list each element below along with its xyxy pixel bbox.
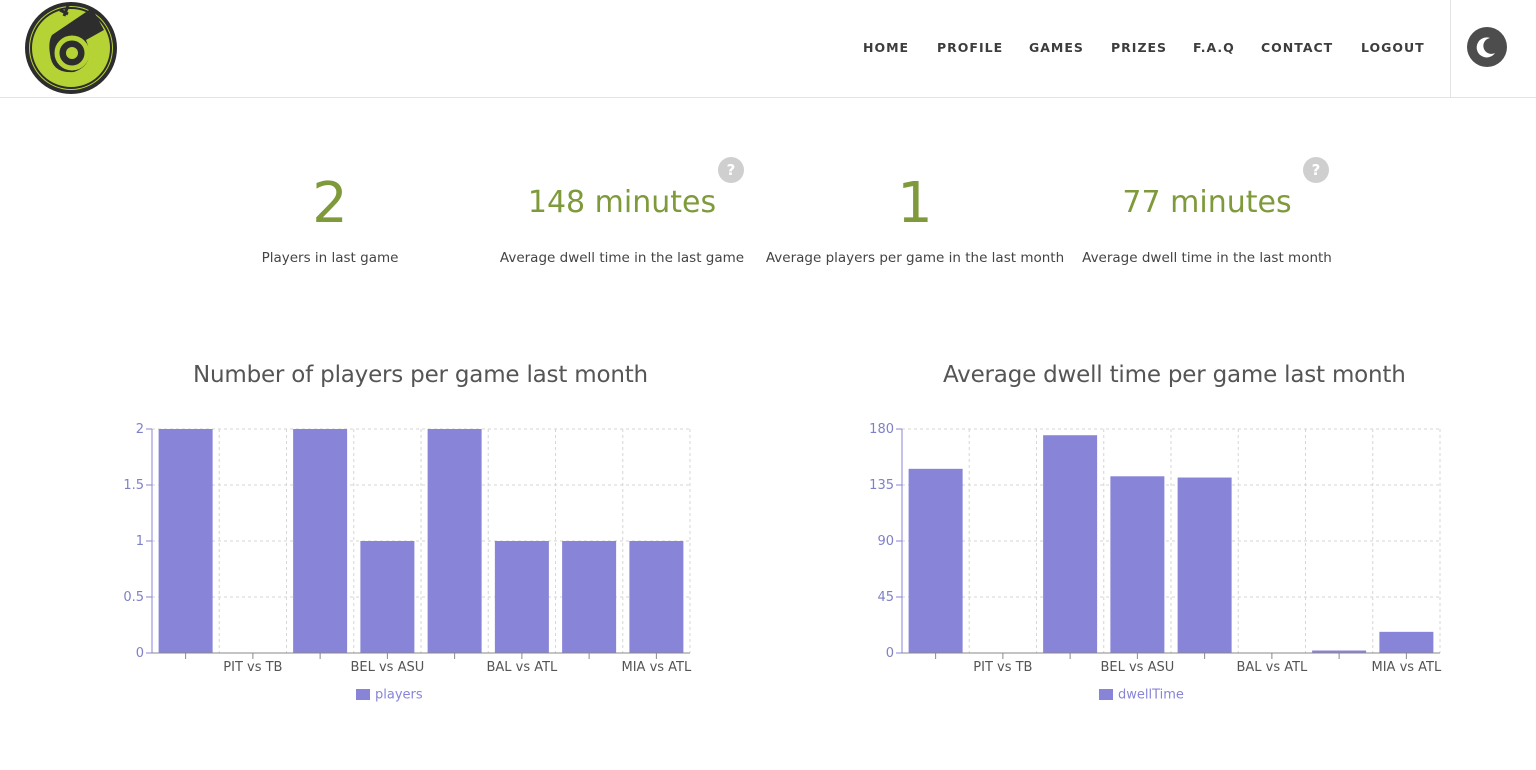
nav-games[interactable]: GAMES (1029, 40, 1084, 55)
dwell-bar-chart: 0 45 90 135 180 PIT vs TB BEL vs ASU BAL vs ATL… (869, 422, 1442, 675)
x-tick-label: BAL vs ATL (486, 660, 558, 675)
header-divider (1450, 0, 1451, 98)
bar (158, 429, 213, 653)
moon-icon (1476, 37, 1495, 58)
y-tick-label: 90 (877, 534, 894, 549)
bar (908, 468, 963, 653)
players-chart-legend: players (356, 686, 423, 704)
x-tick-label: PIT vs TB (223, 660, 282, 675)
x-tick-label: BAL vs ATL (1236, 660, 1308, 675)
dwell-chart-legend: dwellTime (1099, 686, 1184, 704)
y-tick-label: 1.5 (123, 478, 144, 493)
help-question-icon[interactable]: ? (1303, 157, 1329, 183)
bar (293, 429, 348, 653)
stat-dwell-month-label: Average dwell time in the last month (1082, 250, 1332, 266)
y-tick-label: 0 (886, 646, 894, 661)
dwell-chart-title: Average dwell time per game last month (943, 362, 1406, 388)
bar (1110, 476, 1165, 653)
stat-players-last-game-label: Players in last game (261, 250, 399, 266)
bar (562, 541, 617, 653)
legend-swatch (1099, 689, 1113, 701)
help-question-icon[interactable]: ? (718, 157, 744, 183)
nav-prizes[interactable]: PRIZES (1111, 40, 1167, 55)
nav-contact[interactable]: CONTACT (1261, 40, 1333, 55)
bar (360, 541, 415, 653)
legend-swatch (356, 689, 370, 701)
bar (1043, 435, 1098, 653)
y-tick-label: 135 (869, 478, 894, 493)
legend-label: players (375, 687, 423, 703)
players-bar-chart: 0 0.5 1 1.5 2 PIT vs TB BEL vs ASU BAL vs ATL MI… (123, 422, 692, 675)
x-tick-label: PIT vs TB (973, 660, 1032, 675)
main-nav: HOME PROFILE GAMES PRIZES F.A.Q CONTACT … (0, 40, 1536, 60)
bar (1379, 631, 1434, 653)
y-tick-label: 180 (869, 422, 894, 437)
stat-dwell-last-game-value: 148 minutes (527, 185, 717, 220)
nav-home[interactable]: HOME (863, 40, 909, 55)
y-tick-label: 1 (136, 534, 144, 549)
stat-dwell-last-game-label: Average dwell time in the last game (499, 250, 745, 266)
x-tick-label: MIA vs ATL (622, 660, 692, 675)
nav-profile[interactable]: PROFILE (937, 40, 1003, 55)
x-tick-label: BEL vs ASU (350, 660, 424, 675)
stat-dwell-month-value: 77 minutes (1122, 185, 1292, 220)
stat-avg-players-month-label: Average players per game in the last mon… (765, 250, 1065, 266)
nav-faq[interactable]: F.A.Q (1193, 40, 1235, 55)
stat-avg-players-month-value: 1 (897, 171, 933, 236)
stat-players-last-game-value: 2 (312, 171, 348, 236)
nav-logout[interactable]: LOGOUT (1361, 40, 1425, 55)
bar (1177, 477, 1232, 653)
bar (629, 541, 684, 653)
y-tick-label: 45 (877, 590, 894, 605)
y-tick-label: 0.5 (123, 590, 144, 605)
y-tick-label: 0 (136, 646, 144, 661)
x-tick-label: MIA vs ATL (1372, 660, 1442, 675)
bar (427, 429, 482, 653)
legend-label: dwellTime (1118, 687, 1184, 703)
top-header: HOME PROFILE GAMES PRIZES F.A.Q CONTACT … (0, 0, 1536, 98)
x-tick-label: BEL vs ASU (1100, 660, 1174, 675)
y-tick-label: 2 (136, 422, 144, 437)
bar (494, 541, 549, 653)
players-chart-title: Number of players per game last month (193, 362, 648, 388)
theme-toggle-button[interactable] (1467, 27, 1507, 67)
